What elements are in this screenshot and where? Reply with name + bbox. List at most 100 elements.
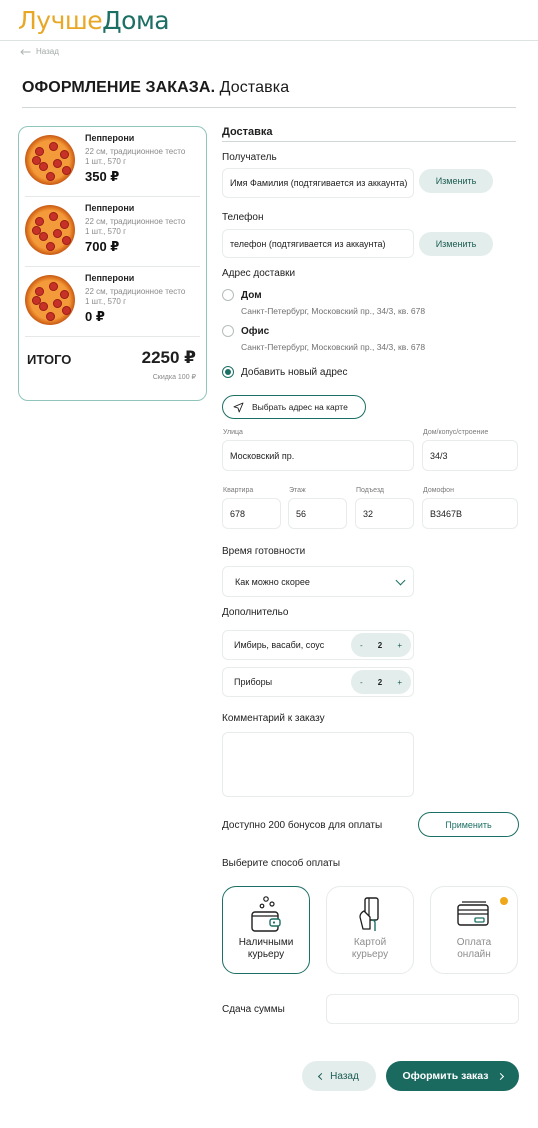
back-button-label: Назад [330, 1070, 359, 1082]
chevron-left-icon [318, 1072, 326, 1080]
cart-item-desc: 22 см, традиционное тесто 1 шт., 570 г [85, 147, 205, 167]
back-link-label: Назад [36, 47, 59, 56]
arrow-left-icon [20, 48, 31, 55]
cart-divider [25, 336, 200, 337]
cart-item-price: 700 ₽ [85, 239, 120, 254]
status-badge [500, 897, 508, 905]
phone-field[interactable]: телефон (подтягивается из аккаунта) [222, 229, 414, 258]
payment-card-courier-card[interactable]: Картой курьеру [326, 886, 414, 974]
increment-button[interactable]: + [397, 678, 402, 687]
payment-label-line1: Наличными [238, 937, 294, 948]
payment-online-card[interactable]: Оплата онлайн [430, 886, 518, 974]
recipient-label: Получатель [222, 152, 277, 163]
apartment-input[interactable]: 678 [222, 498, 281, 529]
change-recipient-button[interactable]: Изменить [419, 169, 493, 193]
back-link[interactable]: Назад [20, 47, 59, 56]
address-option-title: Офис [241, 326, 270, 337]
page-title-rest: Доставка [215, 79, 290, 96]
address-option-office[interactable]: Офис Санкт-Петербург, Московский пр., 34… [222, 325, 482, 355]
order-summary-card: Пепперони 22 см, традиционное тесто 1 шт.… [18, 126, 207, 401]
entrance-input[interactable]: 32 [355, 498, 414, 529]
cart-item-desc-line1: 22 см, традиционное тесто [85, 287, 186, 296]
payment-label-line2: курьеру [247, 949, 285, 960]
radio-office[interactable] [222, 325, 234, 337]
submit-order-button[interactable]: Оформить заказ [386, 1061, 519, 1091]
recipient-field[interactable]: Имя Фамилия (подтягивается из аккаунта) [222, 168, 414, 198]
quantity-value: 2 [377, 640, 383, 650]
total-value: 2250 ₽ [141, 348, 196, 367]
extra-row-ginger: Имбирь, васаби, соус - 2 + [222, 630, 414, 660]
change-sum-label: Сдача суммы [222, 1004, 285, 1015]
extra-name: Имбирь, васаби, соус [234, 640, 325, 650]
cart-item-name: Пепперони [85, 273, 135, 283]
quantity-value: 2 [377, 677, 383, 687]
apartment-label: Квартира [223, 487, 254, 494]
logo[interactable]: ЛучшеДома [18, 6, 170, 35]
extras-label: Дополнительо [222, 607, 289, 618]
cart-item-desc: 22 см, традиционное тесто 1 шт., 570 г [85, 287, 205, 307]
floor-label: Этаж [289, 487, 306, 494]
radio-new-address[interactable] [222, 366, 234, 378]
street-label: Улица [223, 429, 243, 436]
cart-item-desc: 22 см, традиционное тесто 1 шт., 570 г [85, 217, 205, 237]
house-input[interactable]: 34/3 [422, 440, 518, 471]
chevron-down-icon [395, 575, 406, 585]
intercom-input[interactable]: В3467В [422, 498, 518, 529]
apply-bonus-button[interactable]: Применить [418, 812, 519, 837]
card-hand-icon [359, 897, 379, 931]
back-button[interactable]: Назад [302, 1061, 376, 1091]
entrance-label: Подъезд [356, 487, 384, 494]
logo-part2: Дома [102, 6, 170, 35]
ready-time-select[interactable]: Как можно скорее [222, 566, 414, 597]
change-sum-input[interactable] [326, 994, 519, 1024]
phone-label: Телефон [222, 212, 264, 223]
ready-time-value: Как можно скорее [235, 576, 310, 587]
cart-item-desc-line2: 1 шт., 570 г [85, 157, 127, 166]
intercom-label: Домофон [423, 487, 454, 494]
payment-label-line2: онлайн [457, 949, 491, 960]
page-title: ОФОРМЛЕНИЕ ЗАКАЗА. Доставка [22, 79, 289, 97]
address-label: Адрес доставки [222, 268, 296, 279]
floor-input[interactable]: 56 [288, 498, 347, 529]
page-title-bold: ОФОРМЛЕНИЕ ЗАКАЗА. [22, 79, 216, 96]
cart-item[interactable]: Пепперони 22 см, традиционное тесто 1 шт.… [19, 127, 206, 197]
decrement-button[interactable]: - [360, 641, 363, 650]
discount-text: Скидка 100 ₽ [152, 374, 196, 381]
payment-label-line2: курьеру [351, 949, 389, 960]
address-option-new[interactable]: Добавить новый адрес [222, 366, 482, 382]
street-input[interactable]: Московский пр. [222, 440, 414, 471]
payment-label-line1: Оплата [456, 937, 492, 948]
payment-label-line1: Картой [353, 937, 387, 948]
cart-item-price: 350 ₽ [85, 169, 120, 184]
address-option-title: Дом [241, 290, 262, 301]
cart-item[interactable]: Пепперони 22 см, традиционное тесто 1 шт.… [19, 197, 206, 267]
change-phone-button[interactable]: Изменить [419, 232, 493, 256]
pizza-image [25, 135, 75, 185]
total-label: ИТОГО [27, 352, 72, 367]
ready-time-label: Время готовности [222, 546, 306, 557]
quantity-stepper: - 2 + [351, 633, 411, 657]
cart-item-name: Пепперони [85, 133, 135, 143]
increment-button[interactable]: + [397, 641, 402, 650]
cart-item[interactable]: Пепперони 22 см, традиционное тесто 1 шт.… [19, 267, 206, 337]
cart-item-desc-line1: 22 см, традиционное тесто [85, 147, 186, 156]
radio-home[interactable] [222, 289, 234, 301]
address-option-text: Санкт-Петербург, Московский пр., 34/3, к… [241, 342, 426, 352]
bonus-text: Доступно 200 бонусов для оплаты [222, 820, 383, 831]
address-option-title: Добавить новый адрес [241, 367, 348, 378]
extra-name: Приборы [234, 677, 273, 687]
card-online-icon [457, 901, 489, 926]
pizza-image [25, 275, 75, 325]
address-option-home[interactable]: Дом Санкт-Петербург, Московский пр., 34/… [222, 289, 482, 319]
payment-cash-card[interactable]: Наличными курьеру [222, 886, 310, 974]
cart-item-desc-line2: 1 шт., 570 г [85, 227, 127, 236]
extra-row-cutlery: Приборы - 2 + [222, 667, 414, 697]
choose-on-map-button[interactable]: Выбрать адрес на карте [222, 395, 366, 419]
decrement-button[interactable]: - [360, 678, 363, 687]
quantity-stepper: - 2 + [351, 670, 411, 694]
cart-item-desc-line2: 1 шт., 570 г [85, 297, 127, 306]
comment-textarea[interactable] [222, 732, 414, 797]
choose-on-map-label: Выбрать адрес на карте [252, 402, 348, 412]
comment-label: Комментарий к заказу [222, 713, 325, 724]
payment-label: Выберите способ оплаты [222, 858, 341, 869]
